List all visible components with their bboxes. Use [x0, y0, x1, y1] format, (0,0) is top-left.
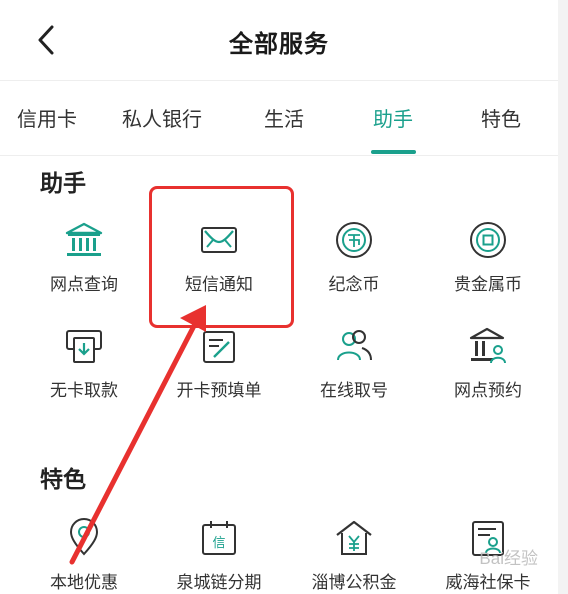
- service-label: 无卡取款: [50, 381, 118, 401]
- service-zibo-housing-fund[interactable]: 淄博公积金: [286, 516, 422, 593]
- service-label: 本地优惠: [50, 573, 118, 593]
- tabs-divider: [0, 155, 558, 156]
- tab-featured[interactable]: 特色: [481, 103, 521, 132]
- tab-credit-card[interactable]: 信用卡: [17, 103, 77, 132]
- service-quancheng-installment[interactable]: 信 泉城链分期: [151, 516, 287, 593]
- service-branch-appointment[interactable]: 网点预约: [420, 324, 556, 401]
- coin-icon: [336, 222, 372, 258]
- service-label: 网点预约: [454, 381, 522, 401]
- watermark: Bai经验: [479, 549, 538, 568]
- service-precious-metal-coin[interactable]: 贵金属币: [420, 218, 556, 295]
- branch-appointment-icon: [469, 327, 506, 364]
- section-title-featured: 特色: [40, 467, 86, 493]
- active-tab-indicator: [371, 150, 416, 154]
- category-tabs: 信用卡 私人银行 生活 助手 特色: [0, 81, 558, 155]
- service-label: 淄博公积金: [311, 573, 397, 593]
- service-label: 纪念币: [328, 275, 380, 295]
- page-title: 全部服务: [229, 30, 329, 58]
- service-cardless-withdrawal[interactable]: 无卡取款: [16, 324, 152, 401]
- service-label: 开卡预填单: [176, 381, 262, 401]
- tab-assistant[interactable]: 助手: [373, 103, 413, 132]
- service-account-opening-form[interactable]: 开卡预填单: [151, 324, 287, 401]
- tab-life[interactable]: 生活: [264, 103, 304, 132]
- service-commemorative-coin[interactable]: 纪念币: [286, 218, 422, 295]
- form-prefill-icon: [203, 331, 235, 363]
- tab-private-banking[interactable]: 私人银行: [122, 103, 202, 132]
- service-online-queue[interactable]: 在线取号: [286, 324, 422, 401]
- queue-ticket-icon: [337, 330, 372, 361]
- service-label: 贵金属币: [454, 275, 522, 295]
- section-title-assistant: 助手: [40, 171, 86, 197]
- service-branch-query[interactable]: 网点查询: [16, 218, 152, 295]
- service-label: 威海社保卡: [445, 573, 531, 593]
- calendar-installment-icon: 信: [202, 521, 236, 555]
- bank-building-icon: [65, 222, 103, 256]
- header-bar: 全部服务: [0, 0, 558, 80]
- cardless-withdrawal-icon: [66, 330, 102, 363]
- service-label: 网点查询: [50, 275, 118, 295]
- annotation-highlight-box: [149, 186, 294, 328]
- scrollbar[interactable]: [558, 0, 568, 594]
- service-label: 泉城链分期: [176, 573, 262, 593]
- svg-text:信: 信: [212, 536, 225, 551]
- precious-metal-coin-icon: [470, 222, 506, 258]
- location-pin-icon: [69, 518, 99, 556]
- service-label: 在线取号: [320, 381, 388, 401]
- service-local-offers[interactable]: 本地优惠: [16, 516, 152, 593]
- housing-fund-icon: [336, 520, 372, 555]
